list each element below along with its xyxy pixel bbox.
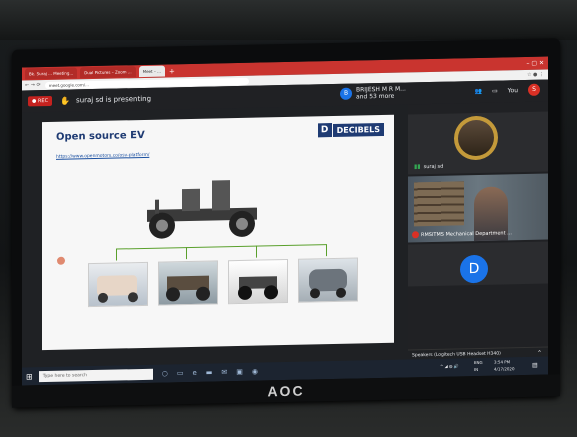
mail-icon[interactable]: ✉ [221,368,227,376]
participants-button[interactable]: B BRIJESH M R M... and 53 more [340,85,406,101]
people-icon[interactable]: 👥 [475,87,482,94]
clock-time[interactable]: 3:54 PM [494,359,510,364]
connector-line [256,245,257,258]
photo-scene: Bk. Suraj ... Meeting... Dual Pictures –… [0,0,577,437]
meet-actions: 👥 ▭ You S [475,83,540,97]
chrome-icon[interactable]: ◉ [252,368,258,376]
taskbar-search-input[interactable]: Type here to search [38,368,153,382]
window-controls-icon[interactable]: – ▢ ✕ [526,60,548,67]
slide-link[interactable]: https://www.openmotors.co/osv-platform/ [56,153,149,160]
participant-tile[interactable]: D [408,241,548,287]
slide-title: Open source EV [56,129,145,143]
participant-tile[interactable]: RMSITMS Mechanical Department ... [408,173,548,243]
screen: Bk. Suraj ... Meeting... Dual Pictures –… [22,56,548,386]
vehicle-thumbnail [158,260,218,306]
browser-tab-active[interactable]: Meet – ... [138,65,165,78]
vehicle-thumbnail [228,258,288,305]
recording-badge: ● REC [28,95,53,107]
avatar: D [460,254,488,284]
vehicle-thumbnail [88,261,148,308]
back-forward-reload-icon[interactable]: ← → ⟳ [25,82,41,88]
decibels-logo: D DECIBELS [317,121,384,138]
speaking-icon: ▮▮ [414,163,421,171]
connector-line [116,248,117,261]
edge-icon[interactable]: e [192,369,196,377]
chat-icon[interactable]: ▭ [492,87,498,94]
language-indicator[interactable]: ENG [474,360,483,365]
region-indicator: IN [474,366,479,373]
browser-tab-2[interactable]: Dual Pictures – Zoom ... [80,66,136,79]
participant-tile[interactable]: ▮▮ suraj sd [408,111,548,175]
new-tab-icon[interactable]: + [169,67,175,75]
file-explorer-icon[interactable]: ▬ [206,369,213,377]
you-label: You [507,86,518,94]
extensions-icon[interactable]: ☆ ● ⋮ [527,72,548,78]
connector-line [326,244,327,257]
participant-panel: ▮▮ suraj sd RMSITMS Mechanical Department… [408,101,548,378]
participant-name: ▮▮ suraj sd [414,163,444,171]
task-view-icon[interactable]: ▭ [177,369,184,377]
monitor: Bk. Suraj ... Meeting... Dual Pictures –… [12,38,560,408]
windows-start-icon[interactable]: ⊞ [26,372,33,381]
mic-off-icon [412,231,419,239]
participant-avatar: B [340,87,352,100]
notifications-icon[interactable]: ▤ [532,362,538,369]
connector-line [186,247,187,260]
cortana-icon[interactable]: ○ [162,369,168,377]
presenter-text: suraj sd is presenting [76,94,152,105]
monitor-brand-logo: AOC [267,382,305,400]
bookshelf [414,181,464,227]
participants-label: BRIJESH M R M... and 53 more [356,85,406,101]
vehicle-thumbnail [298,257,358,303]
presenting-icon: ✋ [60,96,71,106]
background-wall [0,0,577,40]
clock-date: 4/17/2020 [494,366,515,372]
store-icon[interactable]: ▣ [236,368,243,376]
browser-tab-1[interactable]: Bk. Suraj ... Meeting... [25,67,78,80]
tray-icons[interactable]: ^ ◢ ◍ 🔊 [440,363,459,368]
presentation-slide: Open source EV D DECIBELS https://www.op… [42,114,394,351]
small-icon [56,255,74,265]
ev-chassis-image [147,180,257,239]
user-avatar[interactable]: S [528,83,540,96]
